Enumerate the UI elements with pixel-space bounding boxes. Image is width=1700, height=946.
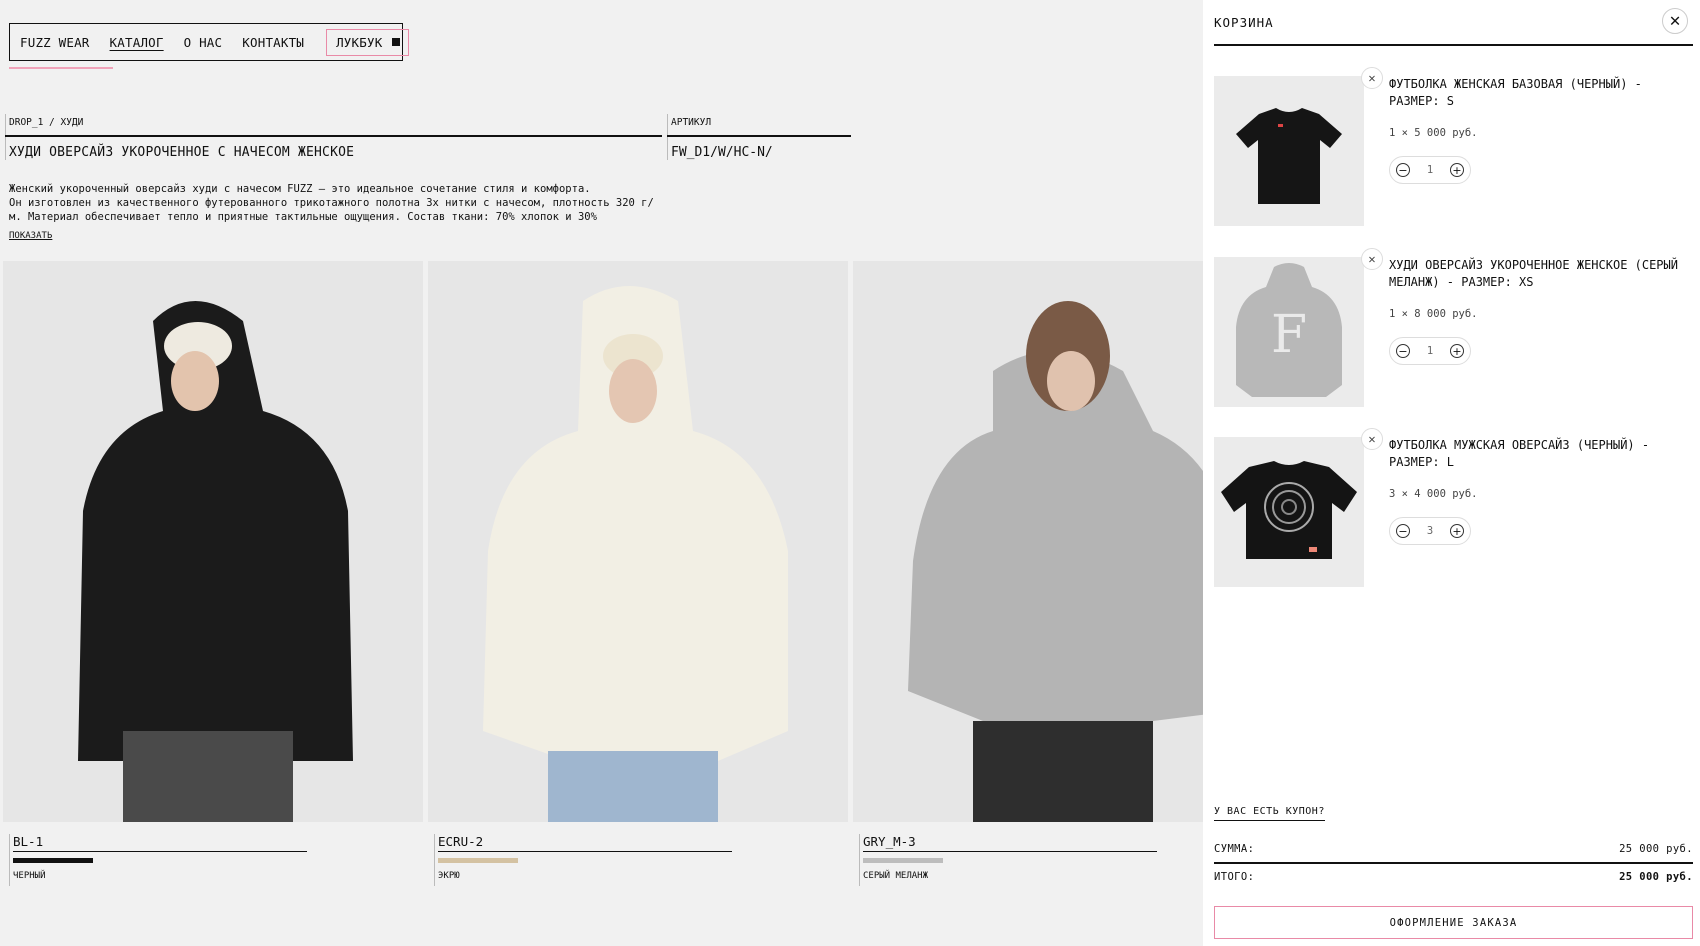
variant-color-name: ЧЕРНЫЙ <box>13 871 46 881</box>
product-description: Женский укороченный оверсайз худи с наче… <box>9 182 669 224</box>
divider <box>859 834 860 886</box>
subtotal-value: 25 000 руб. <box>1619 843 1693 855</box>
variant-code: BL-1 <box>13 834 44 849</box>
divider <box>5 135 662 137</box>
brand-link[interactable]: FUZZ WEAR <box>20 35 90 50</box>
tshirt-print-thumb <box>1214 437 1364 587</box>
product-photo[interactable] <box>428 261 848 822</box>
variant-card[interactable]: BL-1 ЧЕРНЫЙ <box>3 261 423 886</box>
total-value: 25 000 руб. <box>1619 871 1693 883</box>
cart-item: F ✕ ХУДИ ОВЕРСАЙЗ УКОРОЧЕННОЕ ЖЕНСКОЕ (С… <box>1214 248 1693 407</box>
total-label: ИТОГО: <box>1214 871 1255 883</box>
hoodie-grey-thumb: F <box>1214 257 1364 407</box>
subtotal-row: СУММА: 25 000 руб. <box>1214 843 1693 855</box>
quantity-stepper: − 1 + <box>1389 337 1471 365</box>
nav-about[interactable]: О НАС <box>184 35 223 50</box>
breadcrumb[interactable]: DROP_1 / ХУДИ <box>9 117 83 128</box>
description-line: Женский укороченный оверсайз худи с наче… <box>9 183 591 195</box>
cart-item-name[interactable]: ХУДИ ОВЕРСАЙЗ УКОРОЧЕННОЕ ЖЕНСКОЕ (СЕРЫЙ… <box>1389 257 1689 291</box>
color-swatch[interactable] <box>13 858 93 863</box>
plus-icon[interactable]: + <box>1449 524 1464 538</box>
divider <box>667 114 668 160</box>
variant-card[interactable]: GRY_M-3 СЕРЫЙ МЕЛАНЖ <box>853 261 1203 886</box>
lookbook-label: ЛУКБУК <box>336 34 383 50</box>
cart-item-price: 3 × 4 000 руб. <box>1389 488 1478 500</box>
quantity-value[interactable]: 1 <box>1427 164 1433 176</box>
main-nav: FUZZ WEAR КАТАЛОГ О НАС КОНТАКТЫ ЛУКБУК <box>9 23 410 61</box>
description-line: м. Материал обеспечивает тепло и приятны… <box>9 211 597 223</box>
color-swatch[interactable] <box>438 858 518 863</box>
description-line: Он изготовлен из качественного футерован… <box>9 197 654 209</box>
minus-icon[interactable]: − <box>1396 163 1410 177</box>
cart-item-price: 1 × 5 000 руб. <box>1389 127 1478 139</box>
show-more-link[interactable]: ПОКАЗАТЬ <box>9 231 52 241</box>
remove-item-icon[interactable]: ✕ <box>1361 248 1383 270</box>
cart-item-image[interactable] <box>1214 437 1364 587</box>
quantity-stepper: − 1 + <box>1389 156 1471 184</box>
svg-text:F: F <box>1271 305 1307 365</box>
divider <box>434 834 435 886</box>
divider <box>9 834 10 886</box>
minus-icon[interactable]: − <box>1396 524 1410 538</box>
article-value: FW_D1/W/HC-N/ <box>671 145 773 160</box>
divider <box>5 114 6 160</box>
nav-contacts[interactable]: КОНТАКТЫ <box>242 35 304 50</box>
variant-card[interactable]: ECRU-2 ЭКРЮ <box>428 261 848 886</box>
quantity-stepper: − 3 + <box>1389 517 1471 545</box>
variant-code: ECRU-2 <box>438 834 484 849</box>
cart-item-image[interactable] <box>1214 76 1364 226</box>
cart-item-name[interactable]: ФУТБОЛКА МУЖСКАЯ ОВЕРСАЙЗ (ЧЕРНЫЙ) - РАЗ… <box>1389 437 1689 471</box>
remove-item-icon[interactable]: ✕ <box>1361 67 1383 89</box>
coupon-link[interactable]: У ВАС ЕСТЬ КУПОН? <box>1214 806 1325 821</box>
variant-code: GRY_M-3 <box>863 834 916 849</box>
divider <box>438 851 732 852</box>
close-icon[interactable]: ✕ <box>1662 8 1688 34</box>
cart-item: ✕ ФУТБОЛКА ЖЕНСКАЯ БАЗОВАЯ (ЧЕРНЫЙ) - РА… <box>1214 67 1693 226</box>
total-row: ИТОГО: 25 000 руб. <box>1214 871 1693 883</box>
hoodie-photo-black <box>3 261 423 822</box>
square-icon <box>392 38 401 46</box>
divider <box>13 851 307 852</box>
nav-catalog[interactable]: КАТАЛОГ <box>110 35 164 50</box>
plus-icon[interactable]: + <box>1449 344 1464 358</box>
cart-panel: КОРЗИНА ✕ ✕ ФУТБОЛКА ЖЕНСКАЯ БАЗОВАЯ (ЧЕ… <box>1203 0 1700 946</box>
cart-item-name[interactable]: ФУТБОЛКА ЖЕНСКАЯ БАЗОВАЯ (ЧЕРНЫЙ) - РАЗМ… <box>1389 76 1689 110</box>
nav-accent-line <box>9 67 113 69</box>
product-title: ХУДИ ОВЕРСАЙЗ УКОРОЧЕННОЕ С НАЧЕСОМ ЖЕНС… <box>9 145 355 160</box>
subtotal-label: СУММА: <box>1214 843 1255 855</box>
cart-item-price: 1 × 8 000 руб. <box>1389 308 1478 320</box>
divider <box>863 851 1157 852</box>
divider <box>1214 862 1693 864</box>
divider <box>1214 44 1693 46</box>
hoodie-photo-grey <box>853 261 1203 822</box>
cart-item: ✕ ФУТБОЛКА МУЖСКАЯ ОВЕРСАЙЗ (ЧЕРНЫЙ) - Р… <box>1214 428 1693 587</box>
quantity-value[interactable]: 1 <box>1427 345 1433 357</box>
checkout-button[interactable]: ОФОРМЛЕНИЕ ЗАКАЗА <box>1214 906 1693 939</box>
divider <box>667 135 851 137</box>
tshirt-black-thumb <box>1214 76 1364 226</box>
nav-lookbook[interactable]: ЛУКБУК <box>326 28 410 56</box>
color-swatch[interactable] <box>863 858 943 863</box>
plus-icon[interactable]: + <box>1449 163 1464 177</box>
product-photo[interactable] <box>853 261 1203 822</box>
variant-color-name: ЭКРЮ <box>438 871 460 881</box>
cart-title: КОРЗИНА <box>1214 15 1274 30</box>
cart-item-image[interactable]: F <box>1214 257 1364 407</box>
quantity-value[interactable]: 3 <box>1427 525 1433 537</box>
minus-icon[interactable]: − <box>1396 344 1410 358</box>
article-label: АРТИКУЛ <box>671 117 712 128</box>
variant-color-name: СЕРЫЙ МЕЛАНЖ <box>863 871 929 881</box>
product-photo[interactable] <box>3 261 423 822</box>
hoodie-photo-ecru <box>428 261 848 822</box>
remove-item-icon[interactable]: ✕ <box>1361 428 1383 450</box>
